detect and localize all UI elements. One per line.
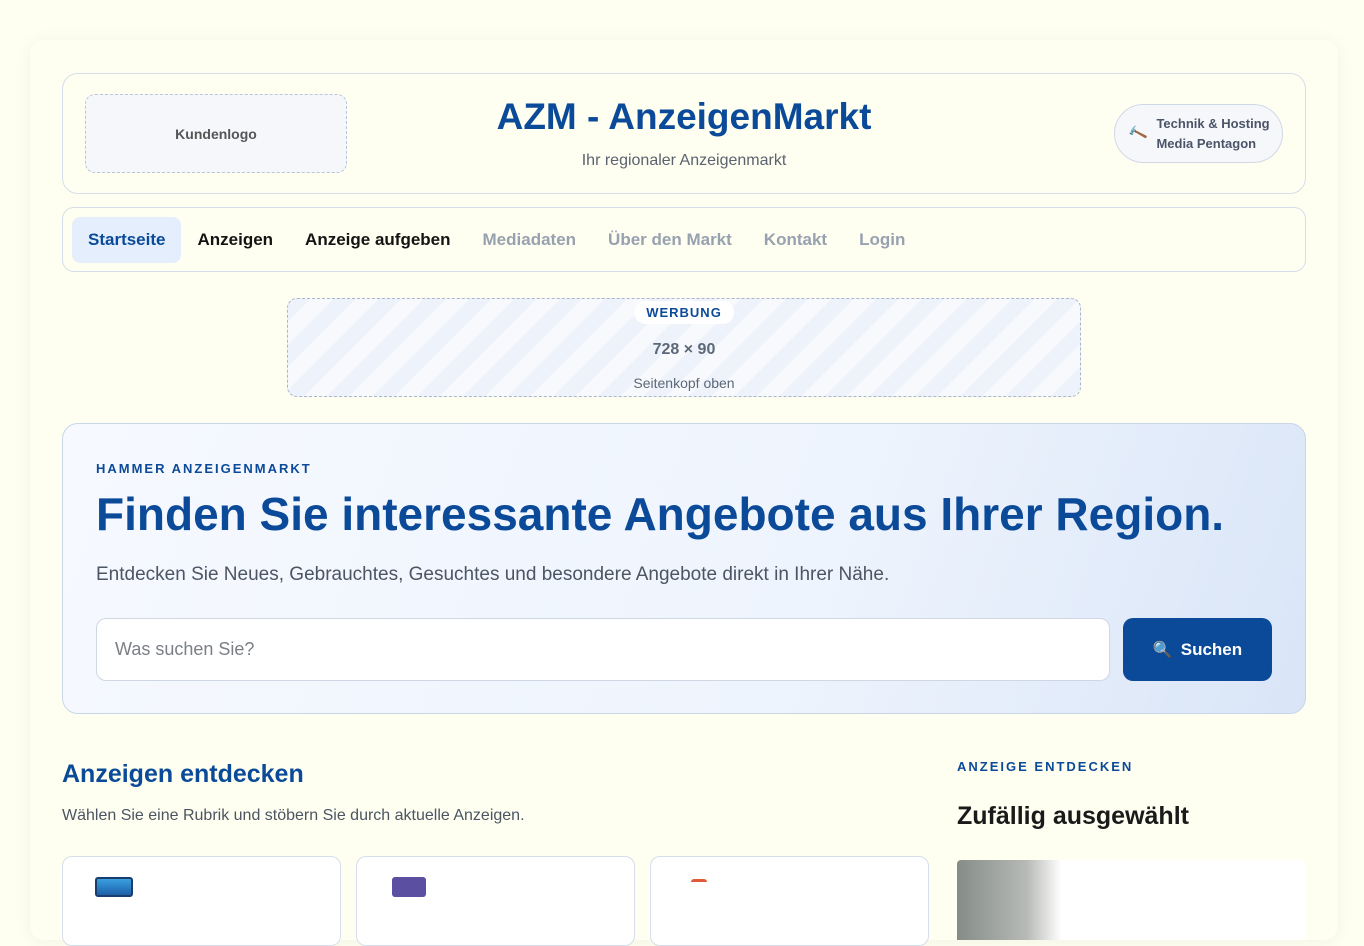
- nav-item-login[interactable]: Login: [843, 217, 921, 263]
- discover-text: Wählen Sie eine Rubrik und stöbern Sie d…: [62, 807, 525, 824]
- page-container: Kundenlogo AZM - AnzeigenMarkt Ihr regio…: [30, 40, 1338, 946]
- category-card[interactable]: [650, 856, 929, 946]
- hammer-icon: 🔨: [1126, 122, 1149, 144]
- search-button[interactable]: 🔍 Suchen: [1123, 618, 1272, 681]
- tech-badge-text: Technik & Hosting Media Pentagon: [1156, 114, 1269, 154]
- tech-badge-line2: Media Pentagon: [1156, 135, 1257, 151]
- ad-position: Seitenkopf oben: [633, 375, 735, 391]
- monitor-icon: [95, 877, 133, 897]
- nav-item-anzeigen[interactable]: Anzeigen: [181, 217, 289, 263]
- hero-eyebrow: HAMMER ANZEIGENMARKT: [96, 461, 312, 476]
- nav-item-kontakt[interactable]: Kontakt: [748, 217, 843, 263]
- main-navigation: Startseite Anzeigen Anzeige aufgeben Med…: [62, 207, 1306, 272]
- nav-item-mediadaten[interactable]: Mediadaten: [467, 217, 593, 263]
- nav-item-startseite[interactable]: Startseite: [72, 216, 182, 263]
- nav-item-ueber-den-markt[interactable]: Über den Markt: [592, 217, 748, 263]
- hero-title: Finden Sie interessante Angebote aus Ihr…: [96, 488, 1225, 540]
- sidebar-eyebrow: ANZEIGE ENTDECKEN: [957, 759, 1134, 774]
- tech-badge-line1: Technik & Hosting: [1156, 115, 1270, 131]
- ad-label: WERBUNG: [634, 301, 734, 324]
- category-card[interactable]: [62, 856, 341, 946]
- ad-size: 728 × 90: [652, 341, 716, 358]
- category-card[interactable]: [356, 856, 635, 946]
- book-icon: [392, 877, 426, 897]
- discover-title: Anzeigen entdecken: [62, 760, 304, 788]
- sidebar-title: Zufällig ausgewählt: [957, 802, 1189, 830]
- hero-section: HAMMER ANZEIGENMARKT Finden Sie interess…: [62, 423, 1306, 714]
- site-header: Kundenlogo AZM - AnzeigenMarkt Ihr regio…: [62, 73, 1306, 194]
- site-subtitle: Ihr regionaler Anzeigenmarkt: [581, 152, 787, 169]
- magnifier-icon: 🔍: [1152, 641, 1173, 659]
- ad-banner-placeholder[interactable]: WERBUNG 728 × 90 Seitenkopf oben: [287, 298, 1081, 397]
- tech-hosting-badge[interactable]: 🔨 Technik & Hosting Media Pentagon: [1114, 104, 1283, 163]
- random-ad-image[interactable]: [957, 860, 1306, 940]
- search-button-label: Suchen: [1180, 639, 1243, 659]
- search-input[interactable]: [96, 618, 1110, 681]
- nav-item-anzeige-aufgeben[interactable]: Anzeige aufgeben: [289, 217, 466, 263]
- hero-text: Entdecken Sie Neues, Gebrauchtes, Gesuch…: [96, 564, 890, 585]
- house-icon: [691, 879, 707, 889]
